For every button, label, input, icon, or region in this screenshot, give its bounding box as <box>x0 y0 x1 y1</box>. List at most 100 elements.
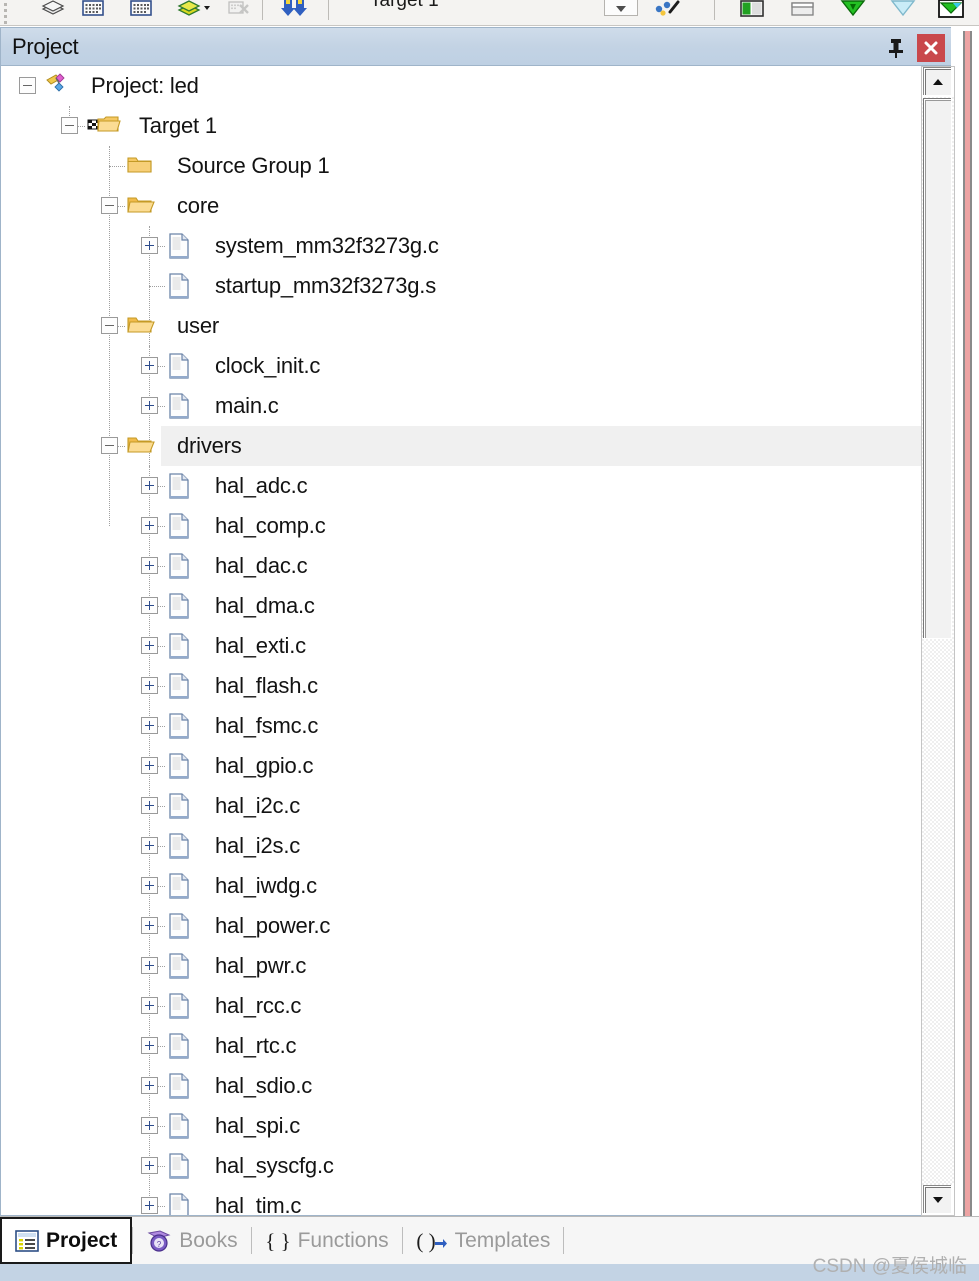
expand-node-icon[interactable] <box>141 1157 158 1174</box>
tree-row[interactable]: Source Group 1 <box>1 146 951 186</box>
books-icon[interactable] <box>786 0 820 24</box>
expand-node-icon[interactable] <box>141 677 158 694</box>
expand-node-icon[interactable] <box>141 1197 158 1214</box>
tree-row[interactable]: hal_rcc.c <box>1 986 951 1026</box>
tree-row-label[interactable]: hal_fsmc.c <box>215 713 318 739</box>
tree-row[interactable]: hal_exti.c <box>1 626 951 666</box>
filter-down-icon[interactable] <box>836 0 870 24</box>
tab-functions[interactable]: { } Functions <box>252 1217 402 1264</box>
tree-row-label[interactable]: hal_rcc.c <box>215 993 301 1019</box>
vertical-scrollbar[interactable] <box>921 66 955 1216</box>
expand-node-icon[interactable] <box>141 357 158 374</box>
tree-row[interactable]: hal_rtc.c <box>1 1026 951 1066</box>
tree-row-label[interactable]: system_mm32f3273g.c <box>215 233 439 259</box>
expand-node-icon[interactable] <box>141 637 158 654</box>
tree-row-label[interactable]: hal_rtc.c <box>215 1033 297 1059</box>
tree-row-label[interactable]: hal_comp.c <box>215 513 326 539</box>
dropdown-arrow-icon[interactable] <box>200 0 214 24</box>
tree-row-label[interactable]: hal_i2c.c <box>215 793 300 819</box>
tab-templates[interactable]: ( ) Templates <box>403 1217 564 1264</box>
collapse-node-icon[interactable] <box>101 197 118 214</box>
tree-row[interactable]: hal_fsmc.c <box>1 706 951 746</box>
collapse-node-icon[interactable] <box>101 317 118 334</box>
tree-row[interactable]: core <box>1 186 951 226</box>
tree-row-label[interactable]: hal_power.c <box>215 913 330 939</box>
tree-row[interactable]: hal_syscfg.c <box>1 1146 951 1186</box>
tree-row[interactable]: hal_gpio.c <box>1 746 951 786</box>
manage-runtime-icon[interactable] <box>650 0 684 24</box>
tree-row[interactable]: hal_power.c <box>1 906 951 946</box>
tree-row-label[interactable]: hal_exti.c <box>215 633 306 659</box>
tree-row-label[interactable]: hal_dac.c <box>215 553 308 579</box>
tree-row-label[interactable]: drivers <box>177 433 242 459</box>
tree-row[interactable]: hal_dac.c <box>1 546 951 586</box>
tree-row-label[interactable]: hal_sdio.c <box>215 1073 312 1099</box>
tree-row-label[interactable]: hal_tim.c <box>215 1193 301 1215</box>
expand-node-icon[interactable] <box>141 1077 158 1094</box>
expand-node-icon[interactable] <box>141 477 158 494</box>
tree-row-label[interactable]: user <box>177 313 219 339</box>
tree-row-label[interactable]: Project: led <box>91 73 199 99</box>
tree-row-label[interactable]: hal_adc.c <box>215 473 308 499</box>
tree-row[interactable]: hal_i2c.c <box>1 786 951 826</box>
expand-node-icon[interactable] <box>141 1117 158 1134</box>
tree-row-label[interactable]: hal_syscfg.c <box>215 1153 334 1179</box>
build-icon[interactable] <box>124 0 158 24</box>
tree-row[interactable]: startup_mm32f3273g.s <box>1 266 951 306</box>
collapse-node-icon[interactable] <box>101 437 118 454</box>
window-split-icon[interactable] <box>736 0 770 24</box>
project-tree-container[interactable]: Project: led Target 1 Source Group 1 cor… <box>0 66 951 1216</box>
tree-row-label[interactable]: clock_init.c <box>215 353 320 379</box>
collapse-node-icon[interactable] <box>61 117 78 134</box>
batch-build-icon[interactable] <box>36 0 70 24</box>
tree-row[interactable]: drivers <box>101 426 951 466</box>
tree-row[interactable]: hal_sdio.c <box>1 1066 951 1106</box>
mail-filter-icon[interactable] <box>934 0 968 24</box>
scrollbar-thumb[interactable] <box>924 99 952 639</box>
close-icon[interactable] <box>917 33 945 62</box>
tree-row[interactable]: hal_pwr.c <box>1 946 951 986</box>
tree-row-label[interactable]: hal_spi.c <box>215 1113 300 1139</box>
scroll-down-arrow-icon[interactable] <box>924 1186 952 1214</box>
expand-node-icon[interactable] <box>141 757 158 774</box>
tree-row[interactable]: hal_dma.c <box>1 586 951 626</box>
filter-icon[interactable] <box>886 0 920 24</box>
expand-node-icon[interactable] <box>141 557 158 574</box>
tree-row-label[interactable]: Target 1 <box>139 113 217 139</box>
expand-node-icon[interactable] <box>141 237 158 254</box>
expand-node-icon[interactable] <box>141 957 158 974</box>
tree-row[interactable]: hal_tim.c <box>1 1186 951 1215</box>
scroll-up-arrow-icon[interactable] <box>924 68 952 96</box>
tree-row[interactable]: main.c <box>1 386 951 426</box>
tree-row[interactable]: hal_comp.c <box>1 506 951 546</box>
tree-row[interactable]: hal_spi.c <box>1 1106 951 1146</box>
target-options-dropdown-icon[interactable] <box>604 0 638 16</box>
expand-node-icon[interactable] <box>141 717 158 734</box>
expand-node-icon[interactable] <box>141 877 158 894</box>
expand-node-icon[interactable] <box>141 997 158 1014</box>
expand-node-icon[interactable] <box>141 1037 158 1054</box>
tree-row[interactable]: Target 1 <box>1 106 951 146</box>
tree-row-label[interactable]: main.c <box>215 393 279 419</box>
tree-row[interactable]: system_mm32f3273g.c <box>1 226 951 266</box>
rebuild-icon[interactable] <box>76 0 110 24</box>
tree-row[interactable]: hal_i2s.c <box>1 826 951 866</box>
tree-row[interactable]: hal_iwdg.c <box>1 866 951 906</box>
collapse-node-icon[interactable] <box>19 77 36 94</box>
tree-row[interactable]: Project: led <box>1 66 951 106</box>
tree-row[interactable]: hal_flash.c <box>1 666 951 706</box>
expand-node-icon[interactable] <box>141 597 158 614</box>
expand-node-icon[interactable] <box>141 517 158 534</box>
tree-row-label[interactable]: hal_i2s.c <box>215 833 300 859</box>
tab-project[interactable]: Project <box>0 1217 133 1264</box>
toolbar-grip[interactable] <box>4 0 8 25</box>
tree-row[interactable]: clock_init.c <box>1 346 951 386</box>
expand-node-icon[interactable] <box>141 837 158 854</box>
tree-row-label[interactable]: hal_dma.c <box>215 593 315 619</box>
tree-row-label[interactable]: hal_flash.c <box>215 673 318 699</box>
pin-icon[interactable] <box>883 35 909 61</box>
target-selector-label[interactable]: Target 1 <box>370 0 439 12</box>
tree-row-label[interactable]: Source Group 1 <box>177 153 330 179</box>
tree-row-label[interactable]: hal_gpio.c <box>215 753 314 779</box>
expand-node-icon[interactable] <box>141 397 158 414</box>
